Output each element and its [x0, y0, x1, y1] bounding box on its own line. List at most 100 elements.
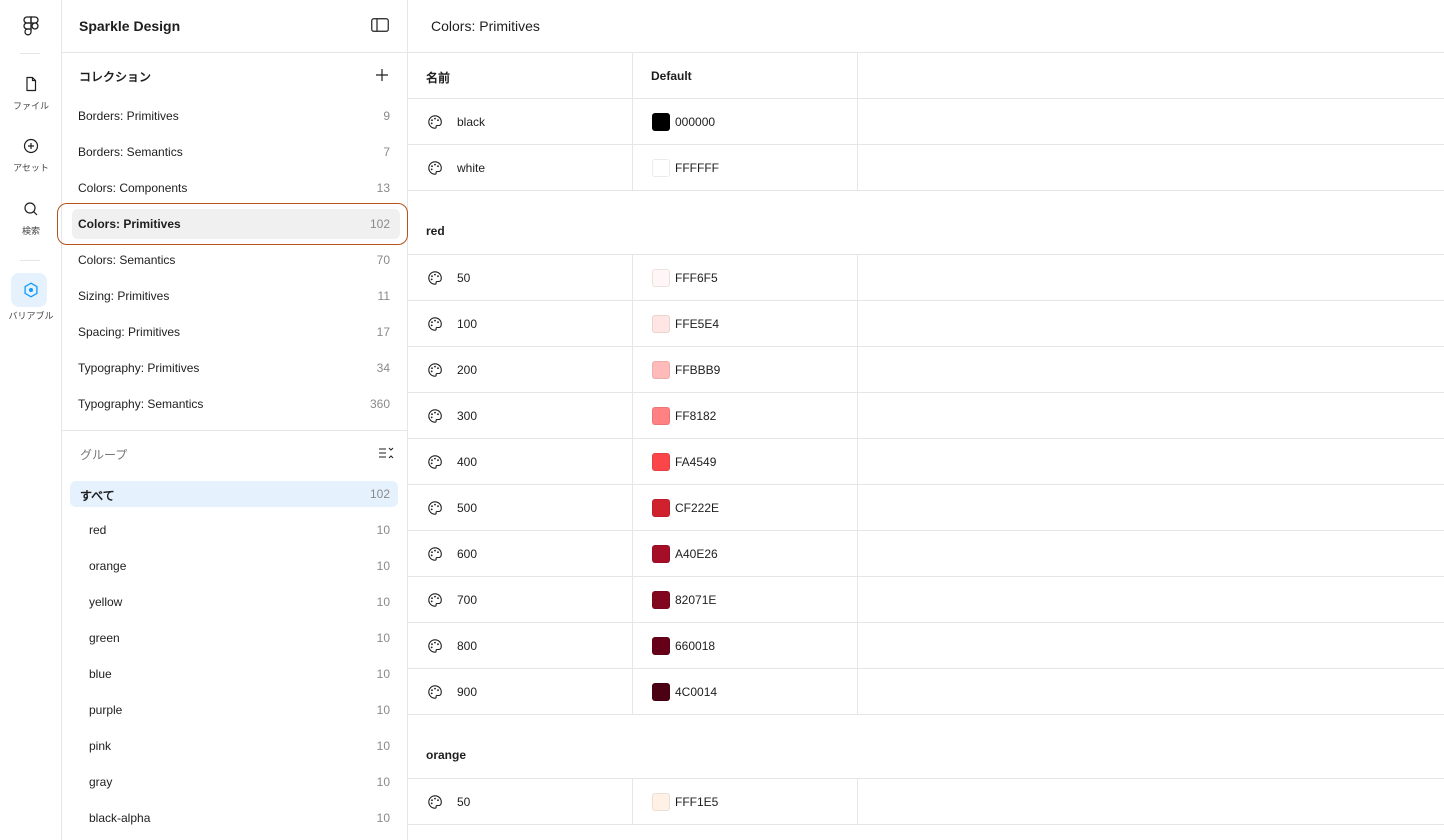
group-item[interactable]: gray 10 [70, 769, 398, 795]
color-value[interactable]: FFF1E5 [675, 795, 718, 809]
group-item-all[interactable]: すべて 102 [70, 481, 398, 507]
color-swatch[interactable] [652, 113, 670, 131]
color-swatch[interactable] [652, 453, 670, 471]
table-row[interactable]: 700 82071E [408, 577, 1444, 623]
column-header-mode[interactable]: Default [651, 69, 692, 83]
group-item[interactable]: yellow 10 [70, 589, 398, 615]
collection-item[interactable]: Borders: Primitives 9 [72, 101, 400, 131]
color-swatch[interactable] [652, 407, 670, 425]
color-swatch[interactable] [652, 637, 670, 655]
column-divider [632, 577, 633, 623]
app-rail: ファイル アセット 検索 バリアブル [0, 0, 62, 840]
table-row[interactable]: 100 FFE5E4 [408, 301, 1444, 347]
rail-item-variables[interactable]: バリアブル [0, 281, 62, 322]
color-swatch[interactable] [652, 159, 670, 177]
color-value[interactable]: A40E26 [675, 547, 718, 561]
color-swatch[interactable] [652, 269, 670, 287]
column-divider [857, 301, 858, 347]
collection-item[interactable]: Colors: Semantics 70 [72, 245, 400, 275]
table-row[interactable]: 200 FFBBB9 [408, 347, 1444, 393]
column-divider [857, 145, 858, 191]
color-value[interactable]: FFF6F5 [675, 271, 718, 285]
table-row[interactable]: 900 4C0014 [408, 669, 1444, 715]
color-swatch[interactable] [652, 591, 670, 609]
table-row[interactable]: 50 FFF6F5 [408, 255, 1444, 301]
group-name: すべて [80, 489, 115, 503]
group-item[interactable]: purple 10 [70, 697, 398, 723]
collection-count: 360 [369, 397, 390, 411]
group-item[interactable]: orange 10 [70, 553, 398, 579]
color-swatch[interactable] [652, 793, 670, 811]
column-divider [632, 623, 633, 669]
sort-groups-icon[interactable] [378, 446, 394, 460]
color-value[interactable]: FFFFFF [675, 161, 719, 175]
search-icon [24, 202, 38, 216]
table-row[interactable]: 800 660018 [408, 623, 1444, 669]
group-count: 10 [376, 523, 390, 537]
palette-icon [428, 271, 442, 285]
rail-item-assets[interactable]: アセット [0, 137, 62, 174]
collection-item[interactable]: Typography: Semantics 360 [72, 389, 400, 419]
group-item[interactable]: black-alpha 10 [70, 805, 398, 831]
collection-item[interactable]: Colors: Components 13 [72, 173, 400, 203]
collection-item[interactable]: Sizing: Primitives 11 [72, 281, 400, 311]
collection-item[interactable]: Spacing: Primitives 17 [72, 317, 400, 347]
collections-panel: Sparkle Design コレクション Borders: Primitive… [62, 0, 408, 840]
table-row[interactable]: black 000000 [408, 99, 1444, 145]
group-item[interactable]: pink 10 [70, 733, 398, 759]
variables-table-area: Colors: Primitives 名前 Default black 00000… [408, 0, 1444, 840]
color-value[interactable]: 82071E [675, 593, 716, 607]
color-value[interactable]: 4C0014 [675, 685, 717, 699]
collection-count: 13 [376, 181, 390, 195]
figma-logo-icon[interactable] [22, 15, 40, 37]
table-row[interactable]: 400 FA4549 [408, 439, 1444, 485]
collection-count: 9 [383, 109, 390, 123]
file-title: Sparkle Design [79, 18, 181, 34]
color-value[interactable]: 000000 [675, 115, 715, 129]
group-label: red [426, 224, 445, 238]
collection-item[interactable]: Typography: Primitives 34 [72, 353, 400, 383]
color-swatch[interactable] [652, 545, 670, 563]
collection-name: Borders: Primitives [78, 109, 179, 123]
collection-item-active[interactable]: Colors: Primitives 102 [72, 209, 400, 239]
color-swatch[interactable] [652, 361, 670, 379]
color-swatch[interactable] [652, 499, 670, 517]
collection-item[interactable]: Borders: Semantics 7 [72, 137, 400, 167]
color-value[interactable]: FFBBB9 [675, 363, 720, 377]
file-icon [26, 76, 37, 92]
color-value[interactable]: FFE5E4 [675, 317, 719, 331]
variable-name: 700 [457, 593, 478, 607]
groups-title: グループ [80, 448, 128, 462]
collection-count: 7 [383, 145, 390, 159]
color-value[interactable]: FF8182 [675, 409, 716, 423]
rail-item-file[interactable]: ファイル [0, 75, 62, 112]
add-collection-icon[interactable] [375, 68, 389, 82]
rail-item-label: ファイル [12, 101, 49, 111]
column-divider [632, 531, 633, 577]
group-item[interactable]: green 10 [70, 625, 398, 651]
table-row[interactable]: white FFFFFF [408, 145, 1444, 191]
sidebar-toggle-icon[interactable] [371, 18, 389, 32]
group-header-row: orange [408, 715, 1444, 779]
table-row[interactable]: 500 CF222E [408, 485, 1444, 531]
table-row[interactable]: 300 FF8182 [408, 393, 1444, 439]
collection-name: Typography: Primitives [78, 361, 200, 375]
table-row[interactable]: 600 A40E26 [408, 531, 1444, 577]
column-divider [857, 53, 858, 99]
column-header-name[interactable]: 名前 [426, 69, 450, 86]
group-item[interactable]: blue 10 [70, 661, 398, 687]
color-value[interactable]: 660018 [675, 639, 715, 653]
column-divider [632, 53, 633, 99]
group-item[interactable]: red 10 [70, 517, 398, 543]
variable-name: 600 [457, 547, 478, 561]
rail-item-search[interactable]: 検索 [0, 200, 62, 237]
group-name: purple [89, 703, 123, 717]
group-count: 10 [376, 667, 390, 681]
palette-icon [428, 161, 442, 175]
color-swatch[interactable] [652, 315, 670, 333]
color-value[interactable]: CF222E [675, 501, 719, 515]
table-row[interactable]: 50 FFF1E5 [408, 779, 1444, 825]
color-swatch[interactable] [652, 683, 670, 701]
column-divider [632, 99, 633, 145]
color-value[interactable]: FA4549 [675, 455, 716, 469]
